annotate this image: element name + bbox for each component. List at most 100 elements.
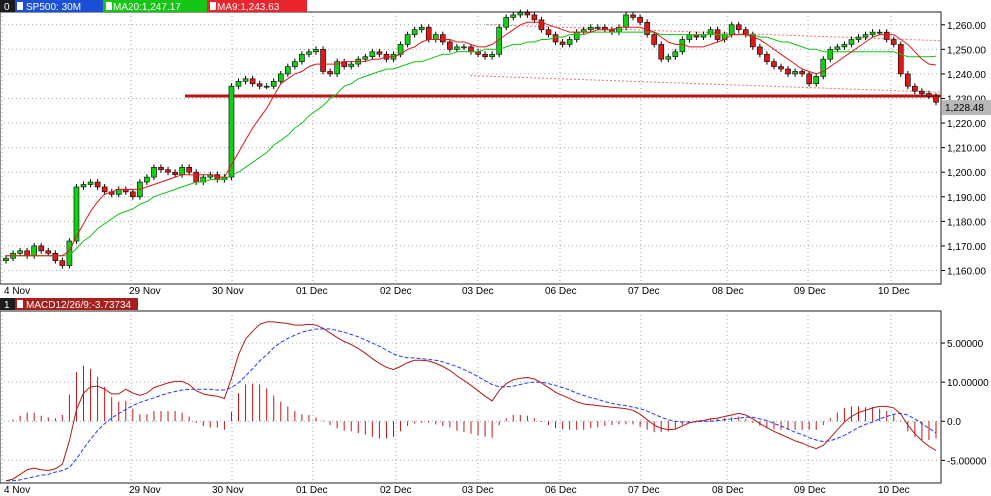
candle-body	[855, 36, 862, 40]
candle-body	[425, 26, 432, 40]
candle-body	[778, 66, 784, 70]
candle-body	[348, 63, 355, 67]
price-tick-label: 1,160.00	[947, 266, 986, 277]
candle-body	[538, 19, 545, 30]
macd-x-tick-label: 07 Dec	[628, 485, 660, 496]
candle-body	[707, 29, 714, 35]
candle-body	[432, 34, 439, 40]
macd-x-tick-label: 01 Dec	[296, 485, 328, 496]
candle-down	[320, 46, 326, 75]
candle-body	[172, 171, 178, 175]
price-panel: 1,160.00 1,170.00 1,180.00 1,190.00 1,200.00…	[0, 9, 991, 285]
candle-body	[735, 24, 742, 30]
candle-body	[45, 250, 52, 254]
ma9-label: MA9:1,243.63	[217, 2, 280, 13]
macd-tick-label: 0.0	[947, 417, 961, 428]
candle-body	[630, 14, 636, 18]
candle-body	[764, 53, 770, 62]
candle-body	[545, 29, 552, 35]
candle-body	[59, 260, 66, 266]
price-x-tick-label: 30 Nov	[212, 286, 244, 297]
candle-down	[644, 19, 650, 38]
candle-body	[38, 245, 45, 252]
candle-up	[73, 183, 80, 244]
candle-body	[912, 85, 918, 92]
candle-body	[404, 34, 411, 45]
ma20-label: MA20:1,247.17	[113, 2, 181, 13]
candle-body	[418, 26, 425, 30]
price-panel-index: 0	[4, 2, 10, 13]
candle-body	[510, 14, 517, 18]
candle-body	[270, 80, 277, 87]
macd-x-tick-label: 29 Nov	[129, 485, 161, 496]
macd-x-tick-label: 03 Dec	[462, 485, 494, 496]
candle-body	[17, 250, 23, 254]
candle-body	[897, 44, 904, 75]
candle-body	[87, 181, 94, 185]
macd-x-tick-label: 10 Dec	[878, 485, 910, 496]
candle-body	[461, 46, 467, 49]
ma9-color-swatch	[210, 2, 216, 10]
candle-body	[193, 171, 200, 183]
candle-body	[285, 66, 291, 75]
symbol-color-swatch	[17, 2, 23, 10]
candle-body	[890, 39, 897, 45]
macd-tick-label: -5.00000	[947, 456, 987, 467]
symbol-label: SP500: 30M	[26, 2, 81, 13]
candle-body	[531, 14, 538, 21]
candle-body	[757, 46, 763, 55]
macd-tick-label: 10.00000	[947, 378, 989, 389]
candle-body	[327, 71, 333, 75]
candle-body	[411, 29, 418, 35]
candle-body	[447, 41, 453, 50]
candle-body	[933, 95, 939, 103]
candle-body	[468, 46, 474, 53]
price-tick-label: 1,200.00	[947, 168, 986, 179]
price-x-tick-label: 02 Dec	[380, 286, 412, 297]
macd-x-tick-label: 4 Nov	[4, 485, 30, 496]
candle-body	[80, 184, 87, 188]
macd-panel-index: 1	[4, 300, 10, 311]
last-price-label: 1,228.48	[945, 103, 984, 114]
macd-tick-label: 5.00000	[947, 339, 984, 350]
price-x-tick-label: 03 Dec	[462, 286, 494, 297]
candle-body	[679, 39, 686, 53]
candle-body	[292, 61, 298, 67]
candle-body	[130, 191, 136, 198]
price-x-tick-label: 4 Nov	[4, 286, 30, 297]
macd-plot-area	[0, 310, 942, 484]
candle-body	[320, 49, 326, 72]
candle-body	[165, 169, 171, 173]
price-tick-label: 1,190.00	[947, 193, 986, 204]
candle-body	[24, 250, 30, 257]
price-tick-label: 1,180.00	[947, 217, 986, 228]
candle-body	[799, 71, 805, 75]
candle-body	[792, 71, 798, 75]
macd-title: MACD12/26/9:-3.73734	[26, 300, 132, 311]
candle-body	[651, 34, 657, 45]
macd-x-tick-label: 09 Dec	[794, 485, 826, 496]
candle-body	[277, 73, 284, 82]
candle-body	[742, 29, 749, 35]
price-tick-label: 1,210.00	[947, 144, 986, 155]
price-header: 0 SP500: 30M MA20:1,247.17 MA9:1,243.63	[0, 0, 307, 13]
candle-body	[52, 252, 59, 261]
candle-up	[820, 56, 827, 80]
price-x-tick-label: 29 Nov	[129, 286, 161, 297]
candle-body	[771, 61, 777, 67]
candle-body	[672, 51, 679, 58]
candle-body	[101, 186, 108, 193]
candle-body	[728, 24, 735, 35]
candle-body	[256, 83, 263, 87]
candle-body	[623, 14, 629, 28]
candle-body	[587, 26, 594, 30]
price-tick-label: 1,250.00	[947, 45, 986, 56]
price-tick-label: 1,220.00	[947, 119, 986, 130]
candle-body	[686, 34, 693, 40]
candle-body	[517, 12, 524, 16]
candle-body	[595, 26, 601, 29]
candle-body	[179, 166, 185, 175]
candle-body	[848, 39, 855, 45]
candle-body	[144, 176, 150, 183]
candle-body	[263, 85, 270, 88]
